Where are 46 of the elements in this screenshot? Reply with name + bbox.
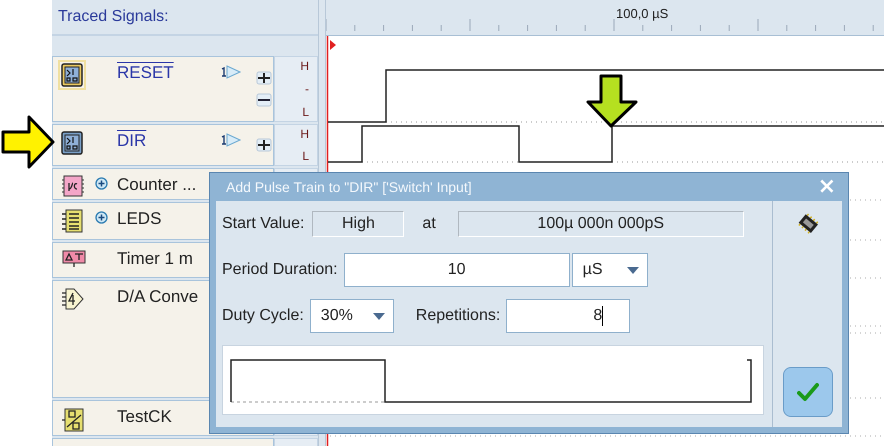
signal-name: Counter ... xyxy=(117,175,196,195)
switch-icon xyxy=(61,63,83,87)
level-label: L xyxy=(302,105,309,119)
level-label: - xyxy=(305,82,309,96)
dropdown-caret-icon xyxy=(372,312,385,320)
level-label: L xyxy=(302,149,309,163)
switch-icon xyxy=(61,131,83,155)
signal-row[interactable]: DIR xyxy=(52,124,274,166)
signal-name: D/A Conve xyxy=(117,287,198,307)
converter-icon xyxy=(61,287,85,311)
signal-name: LEDS xyxy=(117,209,162,229)
pointer-arrow xyxy=(0,114,56,170)
chip-icon xyxy=(796,213,820,235)
led-bar-icon xyxy=(61,209,85,233)
checkmark-icon xyxy=(796,382,818,402)
level-label: H xyxy=(300,59,309,73)
plus-icon[interactable] xyxy=(256,71,272,85)
expand-icon[interactable] xyxy=(95,177,108,190)
period-field[interactable]: 10 xyxy=(344,253,570,287)
chip-icon xyxy=(61,175,85,197)
field-label: at xyxy=(422,215,436,233)
panel-title: Traced Signals: xyxy=(58,8,169,26)
cursor-marker-icon[interactable] xyxy=(330,40,336,50)
start-value-field: High xyxy=(312,211,404,237)
probe-icon[interactable] xyxy=(219,133,241,147)
repetitions-field[interactable]: 8 xyxy=(506,299,630,333)
dropdown-caret-icon xyxy=(626,266,639,274)
unit-dropdown[interactable]: µS xyxy=(572,253,648,287)
minus-icon[interactable] xyxy=(256,93,272,107)
timer-icon xyxy=(61,249,87,267)
expand-icon[interactable] xyxy=(95,211,108,224)
start-time-field: 100µ 000n 000pS xyxy=(458,211,744,237)
clock-source-icon xyxy=(61,407,85,433)
duty-cycle-dropdown[interactable]: 30% xyxy=(310,299,394,333)
signal-name: Timer 1 m xyxy=(117,249,193,269)
level-label: H xyxy=(300,127,309,141)
signal-name: RESET xyxy=(117,63,174,83)
pointer-arrow xyxy=(586,74,638,128)
signal-name: DIR xyxy=(117,131,146,151)
confirm-button[interactable] xyxy=(782,367,832,417)
signal-name: TestCK xyxy=(117,407,172,427)
signal-row[interactable]: RESET xyxy=(52,56,274,122)
probe-icon[interactable] xyxy=(219,65,241,79)
field-label: Repetitions: xyxy=(416,307,500,325)
time-label: 100,0 µS xyxy=(616,6,668,21)
plus-icon[interactable] xyxy=(256,138,272,152)
